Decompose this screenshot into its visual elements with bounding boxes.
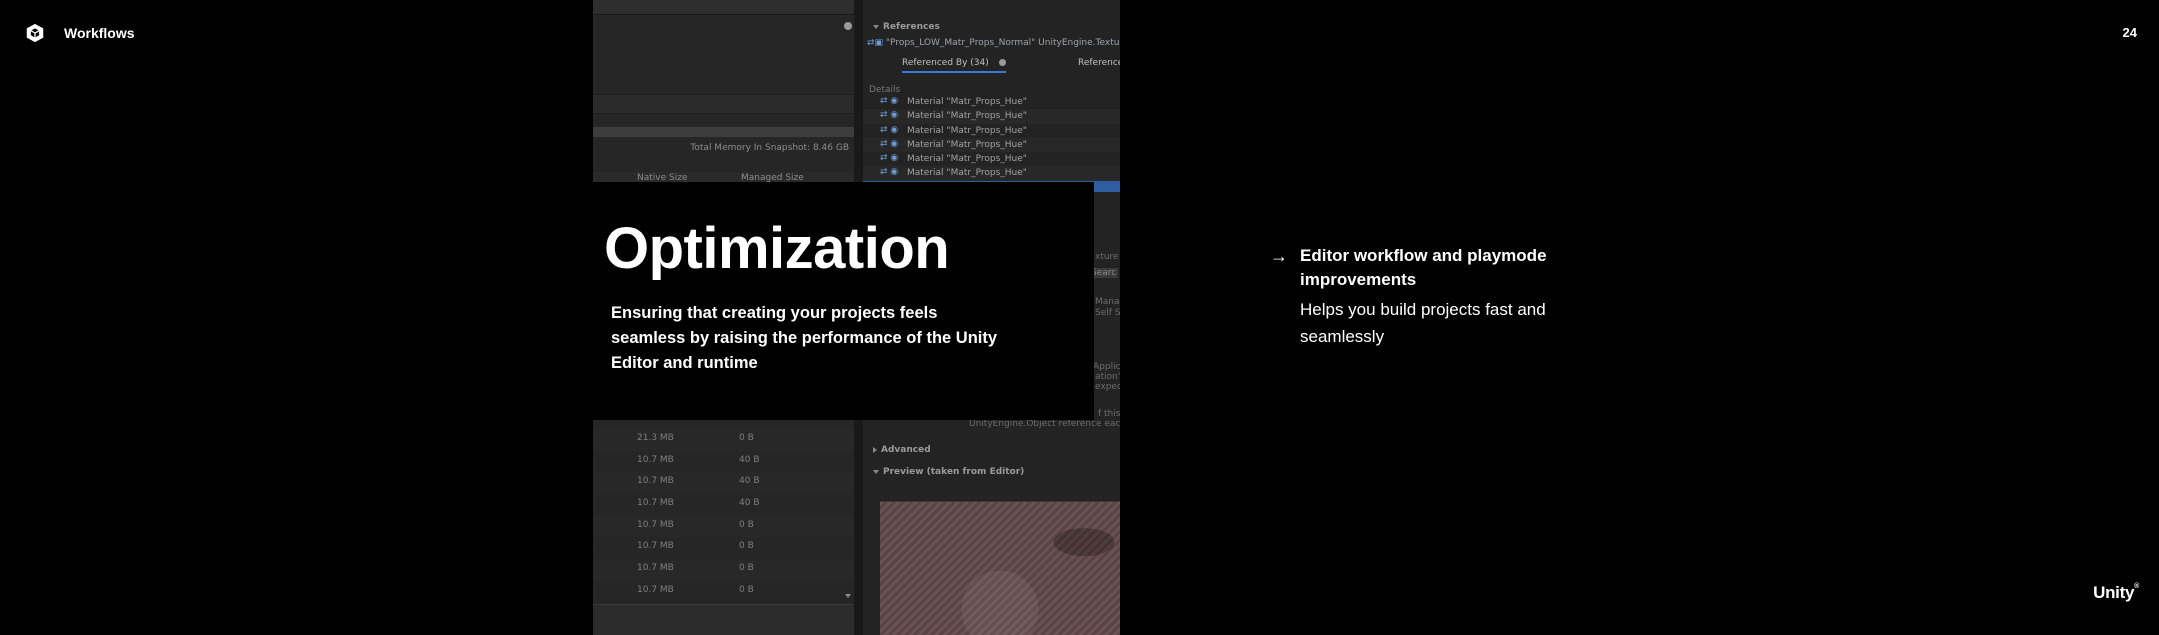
native-size-cell: 10.7 MB bbox=[637, 519, 674, 530]
chevron-right-icon bbox=[873, 446, 877, 453]
list-item[interactable]: ⇄ ◉ Material "Matr_Props_Hue" bbox=[863, 124, 1120, 138]
managed-size-cell: 0 B bbox=[739, 433, 754, 443]
reference-tabs: Referenced By (34) References bbox=[863, 58, 1120, 73]
slide-description: Ensuring that creating your projects fee… bbox=[611, 304, 998, 372]
help-icon bbox=[844, 22, 852, 30]
reference-icon: ⇄ ◉ bbox=[880, 124, 899, 135]
total-memory-label: Total Memory In Snapshot: 8.46 GB bbox=[690, 143, 849, 153]
native-size-cell: 10.7 MB bbox=[637, 454, 674, 465]
material-label: Material "Matr_Props_Hue" bbox=[907, 111, 1027, 122]
table-row[interactable]: 10.7 MB 40 B bbox=[593, 472, 854, 495]
tab-label: Referenced By (34) bbox=[902, 58, 989, 68]
managed-size-cell: 0 B bbox=[739, 541, 754, 552]
expected-fragment: expec bbox=[1095, 382, 1120, 392]
application-fragment-2: ation' bbox=[1095, 372, 1120, 382]
reference-object-label: "Props_LOW_Matr_Props_Normal" UnityEngin… bbox=[885, 38, 1120, 48]
of-this-fragment: f this bbox=[1098, 409, 1120, 419]
tab-referenced-by[interactable]: Referenced By (34) bbox=[902, 58, 1006, 73]
memory-usage-bar bbox=[593, 127, 854, 137]
table-row[interactable]: 21.3 MB 0 B bbox=[593, 429, 854, 451]
material-label: Material "Matr_Props_Hue" bbox=[907, 168, 1027, 179]
material-label: Material "Matr_Props_Hue" bbox=[907, 125, 1027, 136]
profiler-footer bbox=[593, 604, 854, 635]
bullet-heading: Editor workflow and playmode improvement… bbox=[1300, 246, 1547, 289]
page-number: 24 bbox=[2122, 25, 2137, 40]
details-label: Details bbox=[869, 85, 901, 95]
texture-preview-image bbox=[880, 501, 1120, 635]
chevron-down-icon bbox=[873, 24, 879, 29]
arrow-right-icon: → bbox=[1270, 246, 1288, 266]
table-row[interactable]: 10.7 MB 40 B bbox=[593, 451, 854, 473]
scroll-down-icon[interactable] bbox=[845, 594, 851, 598]
native-size-cell: 21.3 MB bbox=[637, 433, 674, 443]
reference-icon: ⇄ ◉ bbox=[880, 110, 899, 121]
memory-table: 21.3 MB 0 B 10.7 MB 40 B 10.7 MB 40 B 10.7 … bbox=[593, 429, 854, 603]
references-heading: References bbox=[883, 22, 940, 32]
material-label: Material "Matr_Props_Hue" bbox=[907, 139, 1027, 150]
managed-fragment: Mana bbox=[1095, 297, 1120, 307]
texture-fragment: xture bbox=[1095, 252, 1119, 262]
managed-size-cell: 40 B bbox=[739, 476, 760, 487]
list-item[interactable]: ⇄ ◉ Material "Matr_Props_Hue" bbox=[863, 95, 1120, 109]
header: Workflows bbox=[24, 22, 135, 44]
managed-size-cell: 0 B bbox=[739, 519, 754, 530]
reference-icon: ⇄ ◉ bbox=[880, 167, 899, 178]
slide-title: Optimization bbox=[604, 216, 950, 281]
preview-label: Preview (taken from Editor) bbox=[883, 467, 1025, 477]
reference-icon: ⇄ ◉ bbox=[880, 96, 899, 106]
material-label: Material "Matr_Props_Hue" bbox=[907, 154, 1027, 165]
list-item[interactable]: ⇄ ◉ Material "Matr_Props_Hue" bbox=[863, 152, 1120, 166]
native-size-cell: 10.7 MB bbox=[637, 541, 674, 552]
list-item[interactable]: ⇄ ◉ Material "Matr_Props_Hue" bbox=[863, 137, 1120, 153]
reference-icon: ⇄ ◉ bbox=[880, 153, 899, 164]
section-title: Workflows bbox=[64, 25, 135, 41]
references-section[interactable]: References bbox=[873, 22, 940, 32]
table-row[interactable]: 10.7 MB 0 B bbox=[593, 559, 854, 581]
unity-cube-icon bbox=[26, 23, 44, 43]
application-fragment: Applic bbox=[1093, 362, 1120, 372]
native-size-cell: 10.7 MB bbox=[637, 584, 674, 595]
profiler-input-row bbox=[593, 94, 854, 114]
chevron-down-icon bbox=[873, 469, 879, 474]
table-row[interactable]: 10.7 MB 0 B bbox=[593, 515, 854, 538]
managed-size-cell: 40 B bbox=[739, 498, 760, 509]
advanced-section[interactable]: Advanced bbox=[873, 445, 931, 455]
managed-size-cell: 40 B bbox=[739, 454, 760, 465]
advanced-label: Advanced bbox=[881, 445, 931, 455]
table-row[interactable]: 10.7 MB 0 B bbox=[593, 581, 854, 603]
list-item[interactable]: ⇄ ◉ Material "Matr_Props_Hue" bbox=[863, 166, 1120, 181]
referenced-by-list: ⇄ ◉ Material "Matr_Props_Hue" ⇄ ◉ Material… bbox=[863, 95, 1120, 181]
tab-references[interactable]: References bbox=[1078, 58, 1120, 68]
help-icon bbox=[998, 59, 1006, 66]
table-row[interactable]: 10.7 MB 0 B bbox=[593, 537, 854, 559]
managed-size-cell: 0 B bbox=[739, 563, 754, 574]
title-card: Optimization Ensuring that creating your… bbox=[593, 182, 1094, 420]
preview-section[interactable]: Preview (taken from Editor) bbox=[873, 467, 1024, 477]
bullet-body: Helps you build projects fast and seamle… bbox=[1300, 300, 1546, 346]
brand-name: Unity bbox=[2093, 583, 2135, 602]
native-size-cell: 10.7 MB bbox=[637, 563, 674, 574]
registered-mark: ® bbox=[2134, 583, 2139, 590]
native-size-cell: 10.7 MB bbox=[637, 498, 674, 509]
reference-object[interactable]: ⇄▣ "Props_LOW_Matr_Props_Normal" UnityEn… bbox=[867, 38, 1120, 48]
self-size-fragment: Self S bbox=[1095, 308, 1120, 318]
unity-logo: Unity® bbox=[2093, 583, 2139, 603]
native-size-cell: 10.7 MB bbox=[637, 476, 674, 487]
material-label: Material "Matr_Props_Hue" bbox=[907, 97, 1027, 107]
unity-reference-fragment: UnityEngine.Object reference each ob bbox=[969, 419, 1120, 429]
list-item[interactable]: ⇄ ◉ Material "Matr_Props_Hue" bbox=[863, 109, 1120, 124]
reference-icon: ⇄▣ bbox=[867, 38, 884, 48]
table-row[interactable]: 10.7 MB 40 B bbox=[593, 494, 854, 516]
reference-icon: ⇄ ◉ bbox=[880, 138, 899, 149]
profiler-toolbar bbox=[593, 0, 863, 15]
managed-size-cell: 0 B bbox=[739, 584, 754, 595]
